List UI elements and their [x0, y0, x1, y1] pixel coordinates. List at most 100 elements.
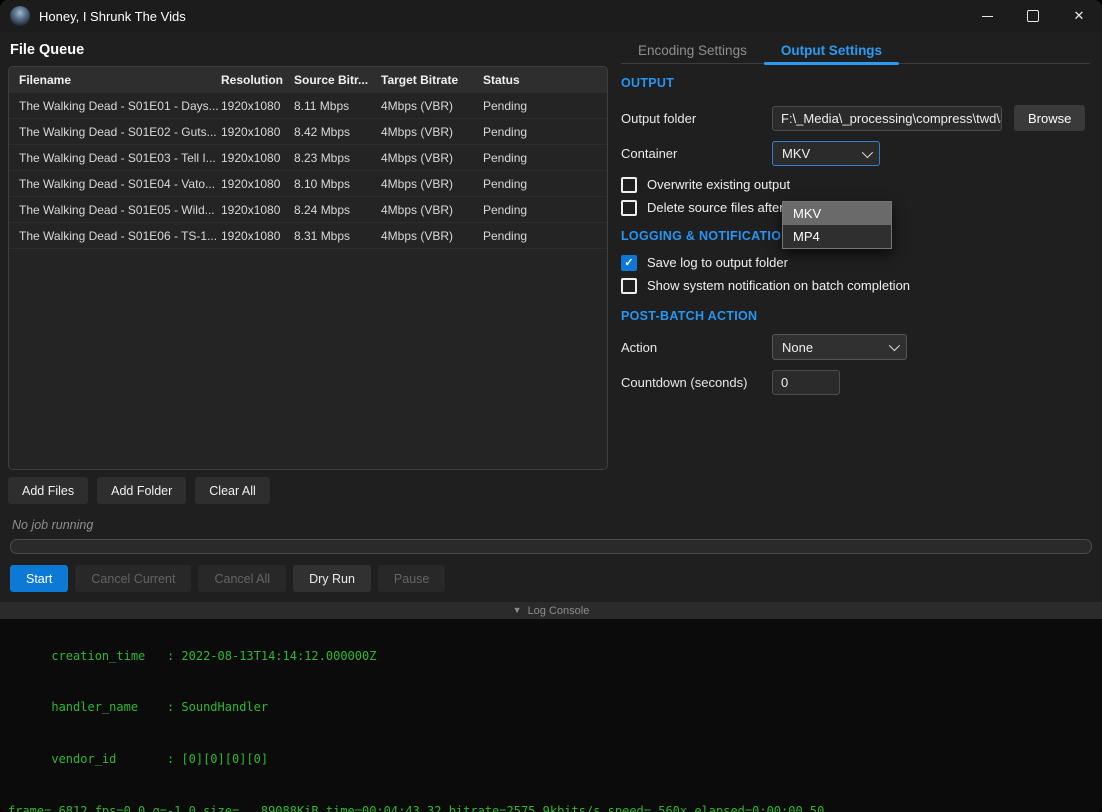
log-console-title: Log Console: [528, 605, 590, 617]
log-console-toggle[interactable]: ▼ Log Console: [0, 602, 1102, 619]
action-select[interactable]: None: [772, 334, 907, 360]
overwrite-checkbox[interactable]: [621, 177, 637, 193]
cell-status: Pending: [483, 229, 607, 243]
cell-resolution: 1920x1080: [221, 151, 294, 165]
cell-source-bitrate: 8.24 Mbps: [294, 203, 381, 217]
table-row[interactable]: The Walking Dead - S01E03 - Tell I... 19…: [9, 145, 607, 171]
log-console[interactable]: creation_time : 2022-08-13T14:14:12.0000…: [0, 619, 1102, 812]
window-controls: ✕: [964, 0, 1102, 32]
pause-button[interactable]: Pause: [378, 565, 445, 592]
cell-target-bitrate: 4Mbps (VBR): [381, 125, 483, 139]
cell-target-bitrate: 4Mbps (VBR): [381, 203, 483, 217]
cell-resolution: 1920x1080: [221, 99, 294, 113]
add-folder-button[interactable]: Add Folder: [97, 477, 186, 504]
window-title: Honey, I Shrunk The Vids: [39, 9, 186, 24]
log-line: vendor_id : [0][0][0][0]: [8, 751, 1102, 768]
output-folder-input[interactable]: F:\_Media\_processing\compress\twd\S0: [772, 106, 1002, 131]
container-row: Container MKV: [621, 141, 1090, 166]
cell-source-bitrate: 8.42 Mbps: [294, 125, 381, 139]
table-row[interactable]: The Walking Dead - S01E04 - Vato... 1920…: [9, 171, 607, 197]
cancel-all-button[interactable]: Cancel All: [198, 565, 286, 592]
log-lines: creation_time : 2022-08-13T14:14:12.0000…: [8, 619, 1102, 812]
close-icon: ✕: [1074, 8, 1085, 24]
table-row[interactable]: The Walking Dead - S01E02 - Guts... 1920…: [9, 119, 607, 145]
log-line: frame= 6812 fps=0.0 q=-1.0 size= 89088Ki…: [8, 803, 1102, 812]
log-line: handler_name : SoundHandler: [8, 699, 1102, 716]
column-header-target-bitrate[interactable]: Target Bitrate: [381, 73, 483, 87]
container-dropdown-popup: MKV MP4: [782, 201, 892, 249]
minimize-button[interactable]: [964, 0, 1010, 32]
section-post-batch: POST-BATCH ACTION: [621, 309, 1090, 325]
tab-output-settings[interactable]: Output Settings: [764, 38, 899, 63]
settings-tabs: Encoding Settings Output Settings: [621, 38, 1090, 64]
cell-source-bitrate: 8.31 Mbps: [294, 229, 381, 243]
cell-source-bitrate: 8.23 Mbps: [294, 151, 381, 165]
container-option-mp4[interactable]: MP4: [783, 225, 891, 248]
log-line: creation_time : 2022-08-13T14:14:12.0000…: [8, 648, 1102, 665]
table-row[interactable]: The Walking Dead - S01E05 - Wild... 1920…: [9, 197, 607, 223]
table-row[interactable]: The Walking Dead - S01E01 - Days... 1920…: [9, 93, 607, 119]
cell-status: Pending: [483, 125, 607, 139]
container-value: MKV: [782, 146, 810, 161]
cell-source-bitrate: 8.10 Mbps: [294, 177, 381, 191]
column-header-status[interactable]: Status: [483, 73, 607, 87]
close-button[interactable]: ✕: [1056, 0, 1102, 32]
column-header-resolution[interactable]: Resolution: [221, 73, 294, 87]
cell-filename: The Walking Dead - S01E02 - Guts...: [9, 125, 221, 139]
job-buttons: Start Cancel Current Cancel All Dry Run …: [10, 565, 1092, 592]
file-queue-heading: File Queue: [10, 42, 618, 58]
column-header-source-bitrate[interactable]: Source Bitr...: [294, 73, 381, 87]
countdown-row: Countdown (seconds) 0: [621, 370, 1090, 395]
container-select[interactable]: MKV: [772, 141, 880, 166]
notification-checkbox[interactable]: [621, 278, 637, 294]
countdown-input[interactable]: 0: [772, 370, 840, 395]
delete-source-label: Delete source files after: [647, 200, 784, 215]
dry-run-button[interactable]: Dry Run: [293, 565, 371, 592]
app-icon: [10, 6, 30, 26]
output-folder-label: Output folder: [621, 111, 772, 126]
maximize-button[interactable]: [1010, 0, 1056, 32]
cell-status: Pending: [483, 99, 607, 113]
queue-actions: Add Files Add Folder Clear All: [8, 477, 618, 504]
cell-target-bitrate: 4Mbps (VBR): [381, 99, 483, 113]
minimize-icon: [982, 16, 993, 17]
countdown-label: Countdown (seconds): [621, 375, 772, 390]
start-button[interactable]: Start: [10, 565, 68, 592]
progress-bar: [10, 539, 1092, 554]
cell-filename: The Walking Dead - S01E03 - Tell I...: [9, 151, 221, 165]
clear-all-button[interactable]: Clear All: [195, 477, 270, 504]
table-row[interactable]: The Walking Dead - S01E06 - TS-1... 1920…: [9, 223, 607, 249]
cell-status: Pending: [483, 177, 607, 191]
job-bar: No job running Start Cancel Current Canc…: [0, 518, 1102, 602]
cell-target-bitrate: 4Mbps (VBR): [381, 177, 483, 191]
cancel-current-button[interactable]: Cancel Current: [75, 565, 191, 592]
cell-source-bitrate: 8.11 Mbps: [294, 99, 381, 113]
app-window: Honey, I Shrunk The Vids ✕ File Queue Fi…: [0, 0, 1102, 812]
add-files-button[interactable]: Add Files: [8, 477, 88, 504]
maximize-icon: [1027, 10, 1039, 22]
file-queue-panel: File Queue Filename Resolution Source Bi…: [0, 32, 618, 510]
save-log-checkbox[interactable]: ✓: [621, 255, 637, 271]
cell-status: Pending: [483, 203, 607, 217]
notification-row: Show system notification on batch comple…: [621, 276, 1090, 295]
titlebar[interactable]: Honey, I Shrunk The Vids ✕: [0, 0, 1102, 32]
action-row: Action None: [621, 334, 1090, 360]
cell-resolution: 1920x1080: [221, 229, 294, 243]
cell-filename: The Walking Dead - S01E01 - Days...: [9, 99, 221, 113]
output-folder-row: Output folder F:\_Media\_processing\comp…: [621, 105, 1090, 131]
column-header-filename[interactable]: Filename: [9, 73, 221, 87]
container-option-mkv[interactable]: MKV: [783, 202, 891, 225]
cell-resolution: 1920x1080: [221, 125, 294, 139]
overwrite-label: Overwrite existing output: [647, 177, 790, 192]
cell-resolution: 1920x1080: [221, 203, 294, 217]
action-value: None: [782, 340, 813, 355]
save-log-label: Save log to output folder: [647, 255, 788, 270]
job-status-text: No job running: [12, 518, 1090, 532]
action-label: Action: [621, 340, 772, 355]
delete-source-checkbox[interactable]: [621, 200, 637, 216]
container-label: Container: [621, 146, 772, 161]
chevron-down-icon: [862, 146, 873, 157]
tab-encoding-settings[interactable]: Encoding Settings: [621, 38, 764, 63]
cell-resolution: 1920x1080: [221, 177, 294, 191]
browse-button[interactable]: Browse: [1014, 105, 1085, 131]
